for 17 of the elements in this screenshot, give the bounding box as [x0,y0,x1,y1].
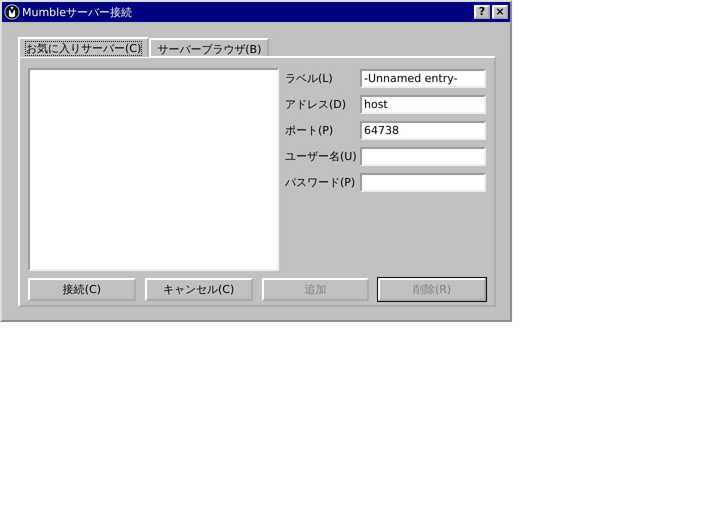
field-label: ポート(P) [285,122,334,138]
dialog-button[interactable]: キャンセル(C) [144,278,252,301]
dialog-button[interactable]: 接続(C) [28,278,136,301]
help-button[interactable]: ? [474,5,490,19]
input-field[interactable]: 64738 [360,120,486,140]
window-title: Mumbleサーバー接続 [22,4,133,20]
field-label: ラベル(L) [285,70,334,86]
input-field[interactable]: host [360,94,486,114]
field-label: パスワード(P) [285,174,356,190]
tab[interactable]: サーバーブラウザ(B) [149,38,270,56]
field-label: アドレス(D) [285,96,348,112]
tab[interactable]: お気に入りサーバー(C) [18,37,150,57]
input-field[interactable] [360,146,486,166]
input-field[interactable]: -Unnamed entry- [360,68,486,88]
field-label: ユーザー名(U) [285,148,358,164]
input-field[interactable] [360,172,486,192]
close-button[interactable]: × [492,5,508,19]
